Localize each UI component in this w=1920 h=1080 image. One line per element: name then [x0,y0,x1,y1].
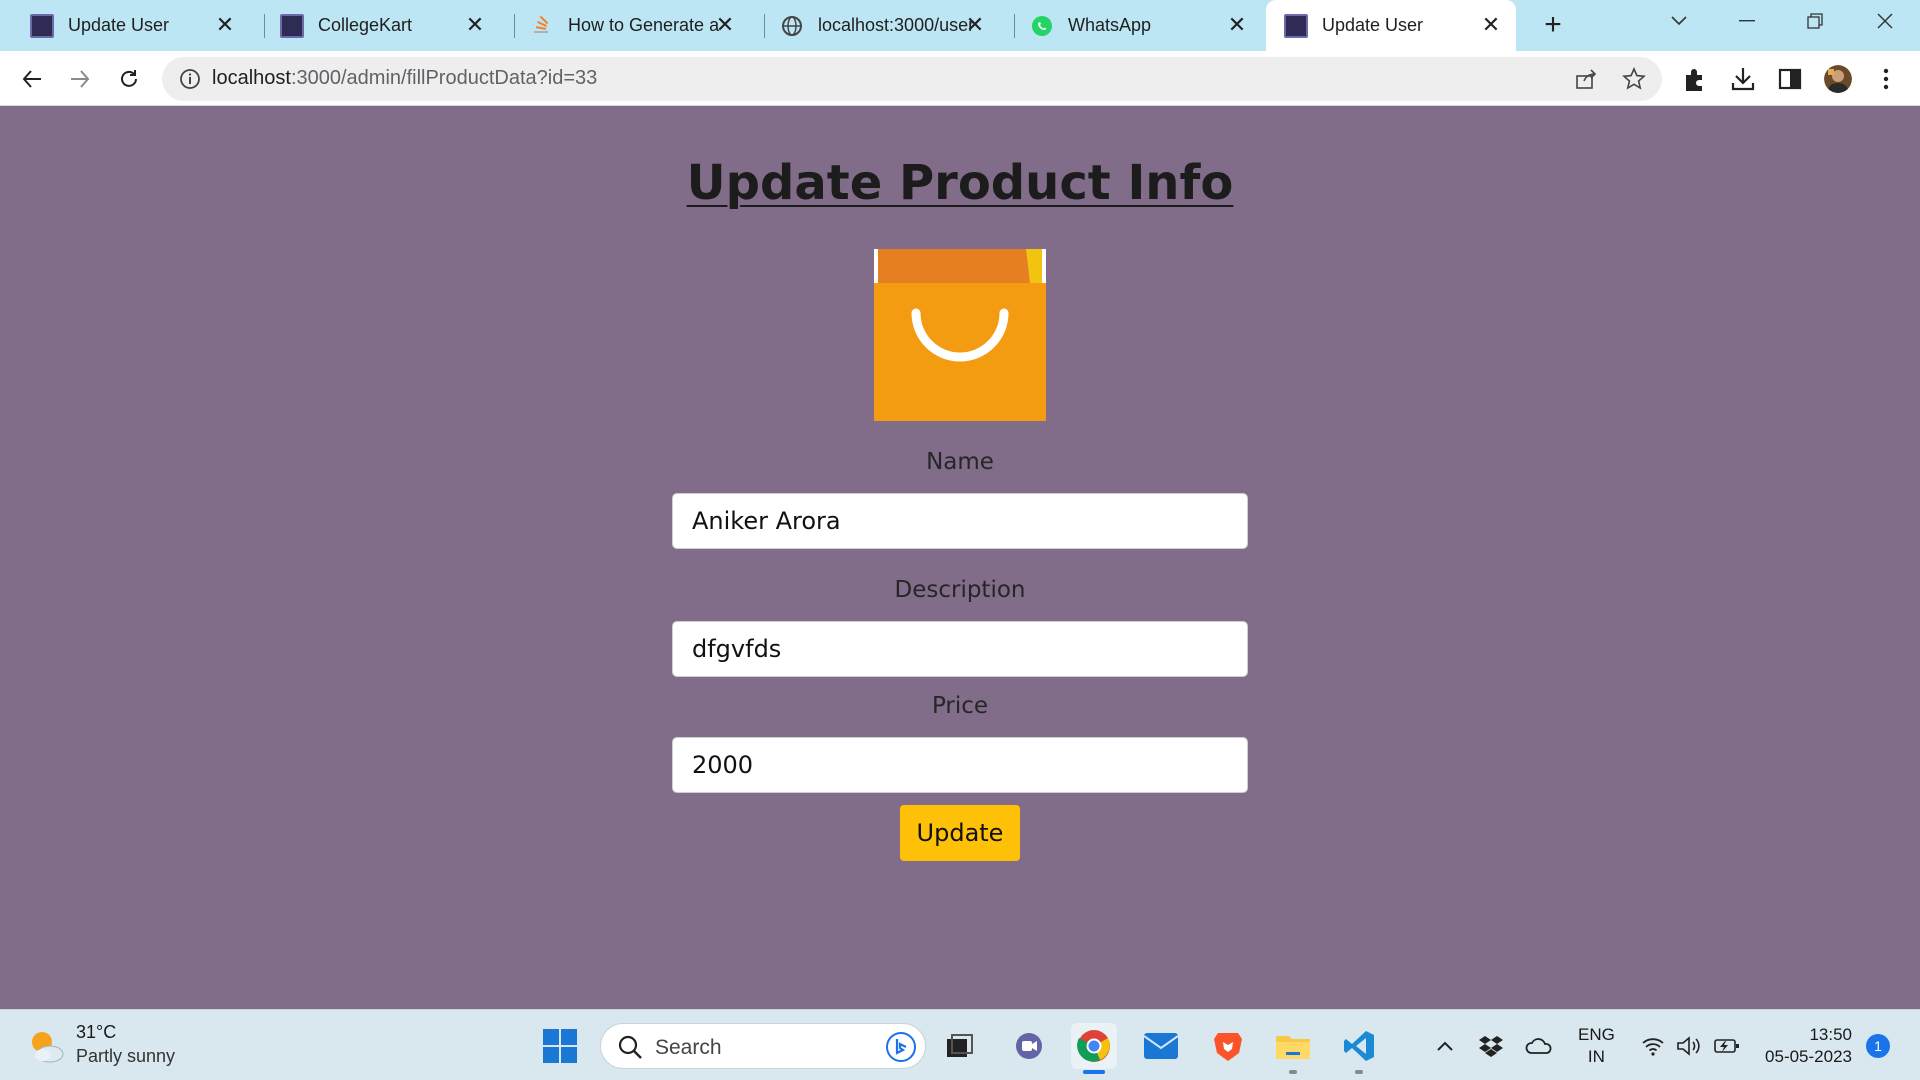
search-placeholder: Search [655,1036,722,1059]
tab-collegekart[interactable]: CollegeKart ✕ [250,0,500,51]
show-hidden-icons-chevron-icon[interactable] [1430,1010,1460,1080]
close-window-icon[interactable] [1856,0,1914,42]
taskbar-search[interactable]: Search [600,1023,926,1069]
tab-title: CollegeKart [318,15,413,35]
page-title: Update Product Info [686,155,1234,211]
back-icon[interactable] [13,60,51,98]
start-windows-icon[interactable] [537,1023,583,1069]
url-text: localhost:3000/admin/fillProductData?id=… [212,67,597,90]
search-icon [617,1034,643,1065]
download-icon[interactable] [1729,65,1757,93]
share-icon[interactable] [1574,67,1598,91]
running-app-indicator [1355,1070,1363,1074]
bing-icon[interactable] [885,1031,917,1068]
shopping-bag-icon [874,249,1046,421]
close-tab-icon[interactable]: ✕ [1226,14,1248,36]
forward-icon[interactable] [61,60,99,98]
onedrive-cloud-icon[interactable] [1522,1010,1556,1080]
site-info-icon[interactable] [178,67,202,91]
close-tab-icon[interactable]: ✕ [464,14,486,36]
language-code: ENG [1578,1025,1615,1044]
clock-date: 05-05-2023 [1765,1047,1852,1066]
task-view-icon[interactable] [936,1023,982,1069]
site-favicon-icon [1284,13,1308,38]
tab-search-chevron-icon[interactable] [1650,0,1708,42]
dropbox-icon[interactable] [1476,1010,1506,1080]
tab-how-to-generate[interactable]: How to Generate a ✕ [500,0,750,51]
tab-title: How to Generate a [568,15,720,35]
update-button[interactable]: Update [900,805,1020,861]
close-tab-icon[interactable]: ✕ [964,14,986,36]
file-explorer-icon[interactable] [1270,1023,1316,1074]
running-app-indicator [1289,1070,1297,1074]
new-tab-button[interactable]: + [1535,8,1571,44]
tab-title: localhost:3000/user [818,15,975,35]
globe-icon [780,14,804,38]
close-tab-icon[interactable]: ✕ [714,14,736,36]
language-region: IN [1587,1047,1605,1066]
close-tab-icon[interactable]: ✕ [214,14,236,36]
weather-partly-sunny-icon[interactable] [26,1026,66,1066]
more-menu-icon[interactable] [1872,65,1900,93]
teams-chat-icon[interactable] [1006,1023,1052,1069]
restore-icon[interactable] [1786,0,1844,42]
active-app-indicator [1083,1070,1105,1074]
vscode-icon[interactable] [1336,1023,1382,1074]
mail-icon[interactable] [1138,1023,1184,1069]
browser-tab-strip: Update User ✕ CollegeKart ✕ How to Gener… [0,0,1920,51]
tab-localhost-user[interactable]: localhost:3000/user ✕ [750,0,1000,51]
tab-title: WhatsApp [1068,15,1152,35]
weather-temperature: 31°C [76,1022,117,1042]
bookmark-star-icon[interactable] [1622,67,1646,91]
language-indicator[interactable]: ENG IN [1578,1024,1615,1068]
address-bar[interactable]: localhost:3000/admin/fillProductData?id=… [162,57,1662,101]
tab-update-user-active[interactable]: Update User ✕ [1266,0,1516,51]
profile-avatar[interactable] [1824,65,1852,93]
clock-time: 13:50 [1809,1025,1852,1044]
tab-title: Update User [68,15,170,35]
site-favicon-icon [280,13,304,38]
extensions-icon[interactable] [1681,65,1709,93]
whatsapp-icon [1030,14,1054,38]
site-favicon-icon [30,13,54,38]
page-content: Update Product Info Name Description Pri… [0,107,1920,1009]
tab-title: Update User [1322,15,1424,35]
brave-browser-icon[interactable] [1205,1023,1251,1069]
volume-icon[interactable] [1674,1010,1704,1080]
price-label: Price [931,693,989,719]
name-label: Name [926,449,994,475]
weather-description: Partly sunny [76,1046,176,1066]
close-tab-icon[interactable]: ✕ [1480,14,1502,36]
description-label: Description [894,577,1026,603]
battery-charging-icon[interactable] [1710,1010,1744,1080]
url-host: localhost [212,67,291,89]
windows-taskbar: 31°C Partly sunny Search ENG IN 13:50 05… [0,1009,1920,1080]
reload-icon[interactable] [110,60,148,98]
stackoverflow-icon [530,14,554,38]
minimize-icon[interactable] [1718,0,1776,42]
side-panel-icon[interactable] [1776,65,1804,93]
url-path: :3000/admin/fillProductData?id=33 [290,67,598,89]
chrome-icon[interactable] [1071,1023,1117,1074]
price-input[interactable] [672,737,1248,793]
browser-toolbar: localhost:3000/admin/fillProductData?id=… [0,51,1920,106]
tab-update-user-1[interactable]: Update User ✕ [0,0,250,51]
description-input[interactable] [672,621,1248,677]
tab-whatsapp[interactable]: WhatsApp ✕ [1000,0,1262,51]
name-input[interactable] [672,493,1248,549]
system-clock[interactable]: 13:50 05-05-2023 [1756,1024,1852,1068]
notification-badge[interactable]: 1 [1866,1034,1890,1058]
wifi-icon[interactable] [1638,1010,1668,1080]
